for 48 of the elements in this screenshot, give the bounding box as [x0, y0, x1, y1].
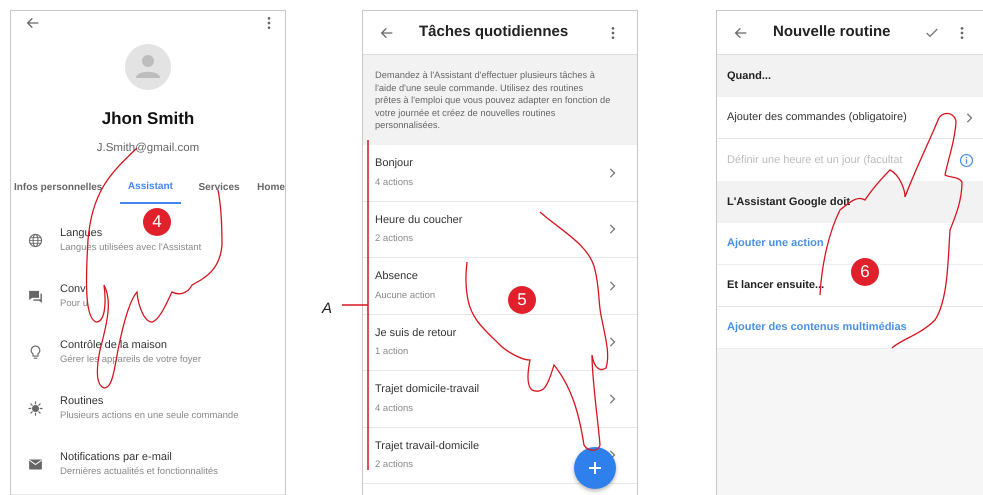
chevron-right-icon: [964, 112, 974, 124]
callout-label: A: [322, 299, 332, 319]
routine-subtitle: 1 action: [375, 345, 410, 360]
chevron-right-icon: [607, 392, 617, 405]
add-button[interactable]: [574, 447, 616, 489]
screen-title: Tâches quotidiennes: [419, 22, 570, 42]
item-title: Contrôle de la maison: [60, 338, 168, 353]
chevron-right-icon: [607, 166, 617, 179]
routine-item[interactable]: Bonjour 4 actions: [363, 145, 637, 202]
section-heading: Quand...: [727, 68, 771, 84]
profile-email: J.Smith@gmail.com: [96, 140, 200, 156]
chevron-right-icon: [607, 336, 617, 348]
menu-item[interactable]: Ajouter des commandes (obligatoire): [717, 97, 983, 139]
routine-subtitle: 4 actions: [375, 402, 414, 416]
profile-name: Jhon Smith: [100, 108, 196, 130]
description-text: Demandez à l'Assistant d'effectuer plusieurs tâches à l'aide d'une seule commande. Utilisez des routines prêtes à l'emploi que vous pouvez adapter en fonction de votre journée et créez de nouvelles routines personnalisées.: [363, 55, 637, 145]
globe-icon: [27, 232, 44, 248]
section-heading: L'Assistant Google doit: [727, 194, 850, 210]
item-title: Notifications par e-mail: [60, 450, 173, 465]
hint-text: Définir une heure et un jour (facultat: [727, 152, 902, 168]
routine-title: Bonjour: [375, 156, 414, 172]
screen-title: Nouvelle routine: [773, 22, 892, 42]
item-subtitle: Dernières actualités et fonctionnalités: [60, 465, 218, 480]
routine-title: Trajet travail-domicile: [375, 438, 480, 454]
tab[interactable]: Infos personnelles: [14, 173, 102, 204]
routine-subtitle: 4 actions: [375, 176, 414, 190]
routine-subtitle: 2 actions: [375, 232, 414, 246]
routine-subtitle: 2 actions: [375, 458, 414, 472]
routine-title: Je suis de retour: [375, 326, 456, 341]
routine-subtitle: Aucune action: [375, 288, 436, 303]
tab[interactable]: Home: [257, 173, 285, 204]
sun-icon: [27, 400, 44, 416]
tab[interactable]: Services: [198, 173, 240, 204]
plus-icon: [589, 462, 601, 474]
routine-item[interactable]: Trajet domicile-travail 4 actions: [363, 371, 637, 428]
tab[interactable]: Assistant: [120, 173, 181, 204]
item-title: Conv: [60, 282, 87, 297]
routine-title: Trajet domicile-travail: [375, 382, 480, 398]
info-icon[interactable]: [959, 152, 974, 168]
avatar-icon: [125, 44, 171, 90]
routine-title: Absence: [375, 269, 419, 284]
routine-item[interactable]: Heure du coucher 2 actions: [363, 202, 637, 258]
chevron-right-icon: [607, 223, 617, 236]
item-title: Routines: [60, 394, 104, 409]
routine-item[interactable]: Je suis de retour 1 action: [363, 314, 637, 371]
item-subtitle: Plusieurs actions en une seule commande: [60, 409, 238, 424]
routine-title: Heure du coucher: [375, 212, 462, 228]
chevron-right-icon: [607, 280, 617, 292]
